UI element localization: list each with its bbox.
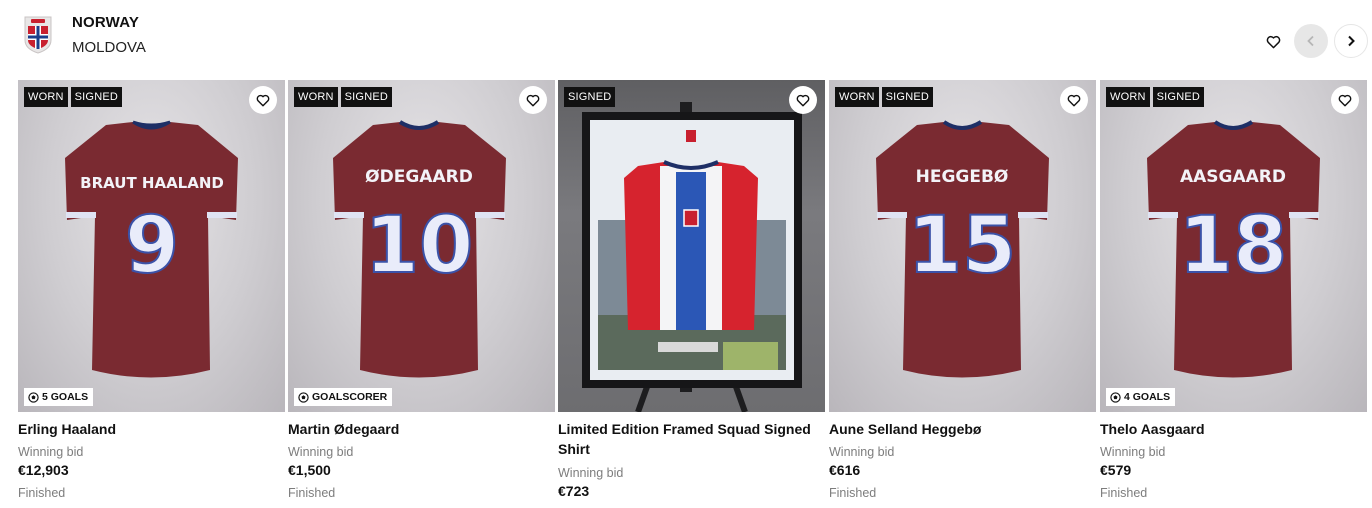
favorite-button[interactable] xyxy=(789,86,817,114)
goals-stat-badge: 5 GOALS xyxy=(24,388,94,406)
framed-shirt-image[interactable]: SIGNED xyxy=(558,80,825,412)
shirt-name: BRAUT HAALAND xyxy=(80,174,224,192)
signed-badge: SIGNED xyxy=(340,87,393,107)
item-title[interactable]: Erling Haaland xyxy=(18,419,278,439)
favorite-button[interactable] xyxy=(519,86,547,114)
worn-badge: WORN xyxy=(835,87,879,107)
goalscorer-stat-badge: GOALSCORER xyxy=(294,388,393,406)
status: Finished xyxy=(18,486,66,500)
shirt-number: 15 xyxy=(908,201,1017,291)
heart-icon xyxy=(1067,94,1081,106)
auction-carousel: BRAUT HAALAND 9 WORN SIGNED 5 GOALS Erli… xyxy=(18,80,1372,508)
favorite-button[interactable] xyxy=(1331,86,1359,114)
price: €12,903 xyxy=(18,462,69,478)
bid-label: Winning bid xyxy=(288,445,354,459)
signed-badge: SIGNED xyxy=(564,87,616,107)
auction-card[interactable]: ØDEGAARD 10 WORN SIGNED GOALSCORER Marti… xyxy=(288,80,555,508)
favorite-button[interactable] xyxy=(1060,86,1088,114)
favorite-button[interactable] xyxy=(249,86,277,114)
worn-badge: WORN xyxy=(1106,87,1150,107)
shirt-illustration: HEGGEBØ 15 xyxy=(876,120,1049,378)
worn-badge: WORN xyxy=(294,87,338,107)
football-icon xyxy=(28,391,39,403)
item-title[interactable]: Thelo Aasgaard xyxy=(1100,419,1360,439)
shirt-image[interactable]: BRAUT HAALAND 9 WORN SIGNED 5 GOALS xyxy=(18,80,285,412)
item-title[interactable]: Martin Ødegaard xyxy=(288,419,548,439)
heart-icon xyxy=(256,94,270,106)
status: Finished xyxy=(829,486,877,500)
shirt-image[interactable]: ØDEGAARD 10 WORN SIGNED GOALSCORER xyxy=(288,80,555,412)
heart-icon xyxy=(796,94,810,106)
previous-button[interactable] xyxy=(1294,24,1328,58)
home-team-name: NORWAY xyxy=(72,14,140,31)
bid-label: Winning bid xyxy=(18,445,84,459)
football-icon xyxy=(1110,391,1121,403)
shirt-name: ØDEGAARD xyxy=(365,167,473,187)
match-header: NORWAY MOLDOVA xyxy=(0,0,1372,72)
shirt-image[interactable]: AASGAARD 18 WORN SIGNED 4 GOALS xyxy=(1100,80,1367,412)
stat-label: GOALSCORER xyxy=(312,391,388,403)
item-title[interactable]: Aune Selland Heggebø xyxy=(829,419,1089,439)
football-icon xyxy=(298,391,309,403)
item-title[interactable]: Limited Edition Framed Squad Signed Shir… xyxy=(558,419,818,459)
signed-badge: SIGNED xyxy=(70,87,123,107)
next-button[interactable] xyxy=(1334,24,1368,58)
bid-label: Winning bid xyxy=(1100,445,1166,459)
shirt-number: 10 xyxy=(365,201,474,291)
shirt-illustration: BRAUT HAALAND 9 xyxy=(65,120,238,378)
chevron-left-icon xyxy=(1307,35,1314,47)
norway-crest-icon xyxy=(24,16,52,54)
shirt-illustration: AASGAARD 18 xyxy=(1147,120,1320,378)
favorite-match-button[interactable] xyxy=(1260,29,1286,55)
bid-label: Winning bid xyxy=(829,445,895,459)
shirt-image[interactable]: HEGGEBØ 15 WORN SIGNED xyxy=(829,80,1096,412)
framed-shirt-illustration xyxy=(582,102,802,412)
shirt-number: 9 xyxy=(125,201,179,291)
away-team-name: MOLDOVA xyxy=(72,39,146,56)
price: €579 xyxy=(1100,462,1132,478)
auction-card[interactable]: BRAUT HAALAND 9 WORN SIGNED 5 GOALS Erli… xyxy=(18,80,285,508)
auction-card[interactable]: SIGNED Limited Edition Framed Squad Sign… xyxy=(558,80,825,508)
auction-card[interactable]: HEGGEBØ 15 WORN SIGNED Aune Selland Hegg… xyxy=(829,80,1096,508)
shirt-name: AASGAARD xyxy=(1180,167,1286,187)
bid-label: Winning bid xyxy=(558,466,624,480)
worn-badge: WORN xyxy=(24,87,68,107)
status: Finished xyxy=(1100,486,1148,500)
heart-icon xyxy=(526,94,540,106)
auction-card[interactable]: AASGAARD 18 WORN SIGNED 4 GOALS Thelo Aa… xyxy=(1100,80,1367,508)
shirt-illustration: ØDEGAARD 10 xyxy=(333,120,506,378)
shirt-name: HEGGEBØ xyxy=(916,167,1009,187)
heart-icon xyxy=(1338,94,1352,106)
goals-stat-badge: 4 GOALS xyxy=(1106,388,1176,406)
signed-badge: SIGNED xyxy=(1152,87,1205,107)
price: €1,500 xyxy=(288,462,331,478)
heart-icon xyxy=(1266,35,1280,49)
status: Finished xyxy=(288,486,336,500)
price: €723 xyxy=(558,483,590,499)
price: €616 xyxy=(829,462,861,478)
stat-label: 4 GOALS xyxy=(1124,391,1171,403)
chevron-right-icon xyxy=(1348,35,1355,47)
shirt-number: 18 xyxy=(1179,201,1288,291)
signed-badge: SIGNED xyxy=(881,87,934,107)
stat-label: 5 GOALS xyxy=(42,391,89,403)
